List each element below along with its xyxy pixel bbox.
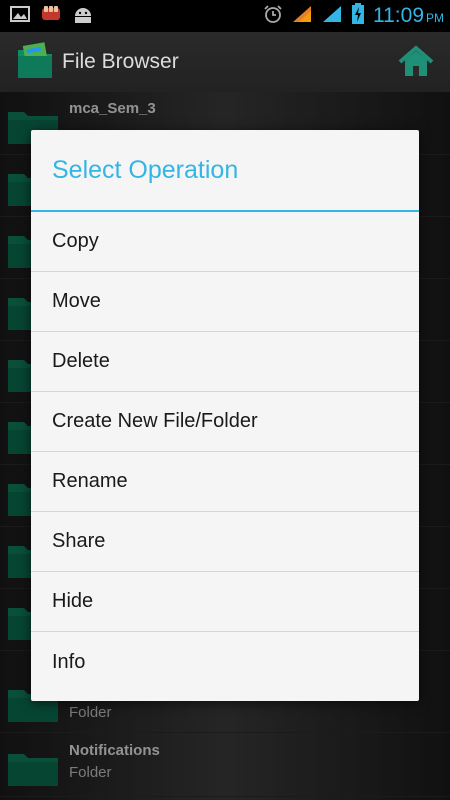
option-move[interactable]: Move <box>31 272 419 332</box>
battery-charging-icon <box>351 3 365 29</box>
dialog-title: Select Operation <box>31 130 419 212</box>
clock-ampm: PM <box>426 11 444 25</box>
fist-icon <box>40 4 62 28</box>
clock-time: 11:09 <box>373 4 424 27</box>
action-bar: File Browser <box>0 32 450 93</box>
app-title: File Browser <box>62 50 179 73</box>
alarm-icon <box>263 4 283 28</box>
signal-icon <box>291 4 313 28</box>
android-icon <box>72 4 94 28</box>
option-info[interactable]: Info <box>31 632 419 692</box>
home-icon[interactable] <box>396 44 436 80</box>
option-hide[interactable]: Hide <box>31 572 419 632</box>
option-create-new[interactable]: Create New File/Folder <box>31 392 419 452</box>
signal-icon <box>321 4 343 28</box>
option-delete[interactable]: Delete <box>31 332 419 392</box>
option-share[interactable]: Share <box>31 512 419 572</box>
gallery-icon <box>10 5 30 27</box>
option-rename[interactable]: Rename <box>31 452 419 512</box>
option-copy[interactable]: Copy <box>31 212 419 272</box>
folder-file-icon[interactable] <box>16 40 54 84</box>
select-operation-dialog: Select Operation Copy Move Delete Create… <box>31 130 419 701</box>
status-bar: 11:09 PM <box>0 0 450 32</box>
